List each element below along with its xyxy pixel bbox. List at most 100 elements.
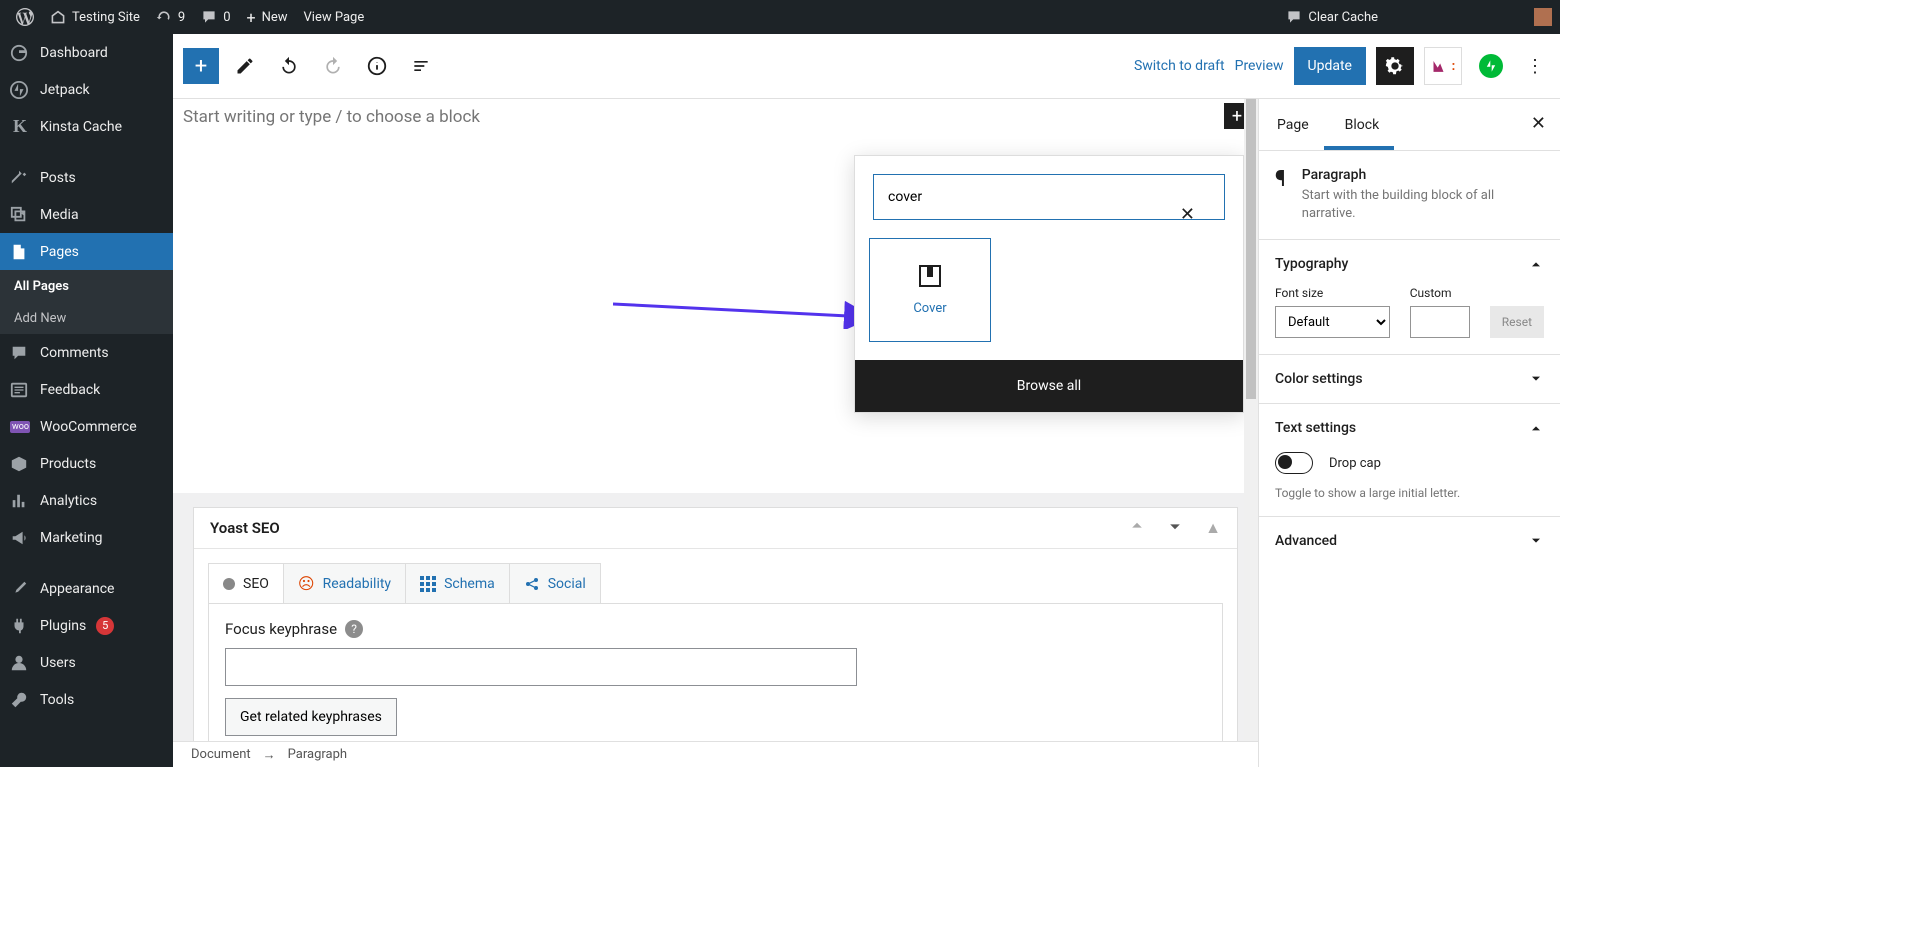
site-name-link[interactable]: Testing Site — [42, 0, 148, 34]
yoast-title: Yoast SEO — [210, 519, 280, 537]
close-settings-button[interactable]: ✕ — [1531, 113, 1546, 134]
sidebar-item-woo[interactable]: wooWooCommerce — [0, 408, 173, 445]
update-button[interactable]: Update — [1294, 47, 1366, 85]
jetpack-button[interactable] — [1472, 47, 1510, 85]
yoast-tabs: SEO ☹Readability Schema Social — [208, 563, 601, 603]
sidebar-item-feedback[interactable]: Feedback — [0, 371, 173, 408]
comments-link[interactable]: 0 — [193, 0, 238, 34]
marketing-icon — [10, 529, 30, 547]
submenu-all-pages[interactable]: All Pages — [0, 270, 173, 302]
add-block-button[interactable]: + — [183, 48, 219, 84]
yoast-button[interactable]: : — [1424, 47, 1462, 85]
products-icon — [10, 455, 30, 473]
updates-count: 9 — [178, 10, 185, 25]
media-icon — [10, 206, 30, 224]
block-description: Start with the building block of all nar… — [1302, 187, 1544, 223]
breadcrumb-root[interactable]: Document — [191, 747, 251, 762]
chevron-down-icon — [1528, 533, 1544, 549]
block-result-cover[interactable]: Cover — [869, 238, 991, 342]
sidebar-item-comments[interactable]: Comments — [0, 334, 173, 371]
comments-icon — [10, 344, 30, 362]
users-icon — [10, 654, 30, 672]
sidebar-item-posts[interactable]: Posts — [0, 159, 173, 196]
settings-tab-block[interactable]: Block — [1327, 99, 1398, 151]
sidebar-item-dashboard[interactable]: Dashboard — [0, 34, 173, 71]
undo-button[interactable] — [271, 48, 307, 84]
sidebar-item-appearance[interactable]: Appearance — [0, 570, 173, 607]
social-icon — [524, 576, 540, 592]
more-options-button[interactable]: ⋮ — [1520, 47, 1550, 85]
sidebar-item-analytics[interactable]: Analytics — [0, 482, 173, 519]
text-settings-panel-toggle[interactable]: Text settings — [1275, 420, 1544, 436]
metabox-down-icon[interactable] — [1167, 518, 1183, 538]
font-size-label: Font size — [1275, 286, 1390, 300]
my-account-link[interactable] — [1526, 0, 1552, 34]
details-button[interactable] — [359, 48, 395, 84]
reset-font-size-button[interactable]: Reset — [1490, 306, 1544, 338]
metabox-up-icon[interactable] — [1129, 518, 1145, 538]
sidebar-item-plugins[interactable]: Plugins5 — [0, 607, 173, 644]
settings-tab-page[interactable]: Page — [1259, 99, 1327, 151]
switch-to-draft-link[interactable]: Switch to draft — [1134, 58, 1225, 74]
clear-search-button[interactable]: ✕ — [1180, 204, 1195, 225]
custom-label: Custom — [1410, 286, 1470, 300]
focus-keyphrase-input[interactable] — [225, 648, 857, 686]
drop-cap-toggle[interactable] — [1275, 452, 1313, 474]
sidebar-item-users[interactable]: Users — [0, 644, 173, 681]
plugins-icon — [10, 617, 30, 635]
clear-cache-link[interactable]: Clear Cache — [1278, 0, 1386, 34]
editor-canvas[interactable]: Start writing or type / to choose a bloc… — [173, 99, 1258, 489]
admin-bar-gap — [1386, 0, 1526, 34]
readability-status-icon: ☹ — [298, 574, 315, 593]
drop-cap-label: Drop cap — [1329, 456, 1381, 471]
tools-icon — [10, 691, 30, 709]
seo-status-icon — [223, 578, 235, 590]
clear-cache-label: Clear Cache — [1308, 10, 1378, 25]
sidebar-item-tools[interactable]: Tools — [0, 681, 173, 718]
sidebar-item-jetpack[interactable]: Jetpack — [0, 71, 173, 108]
yoast-tab-readability[interactable]: ☹Readability — [284, 564, 406, 603]
schema-icon — [420, 576, 436, 592]
kinsta-icon: K — [10, 116, 30, 137]
outline-button[interactable] — [403, 48, 439, 84]
font-size-select[interactable]: Default — [1275, 306, 1390, 338]
yoast-tab-schema[interactable]: Schema — [406, 564, 510, 603]
browse-all-button[interactable]: Browse all — [855, 360, 1243, 412]
settings-gear-button[interactable] — [1376, 47, 1414, 85]
submenu-add-new[interactable]: Add New — [0, 302, 173, 334]
preview-link[interactable]: Preview — [1235, 58, 1284, 74]
chevron-up-icon — [1528, 256, 1544, 272]
plugins-badge: 5 — [96, 617, 114, 635]
breadcrumb-leaf[interactable]: Paragraph — [288, 747, 347, 762]
view-page-link[interactable]: View Page — [296, 0, 373, 34]
feedback-icon — [10, 381, 30, 399]
view-page-label: View Page — [304, 10, 365, 25]
sidebar-item-kinsta[interactable]: KKinsta Cache — [0, 108, 173, 145]
block-placeholder[interactable]: Start writing or type / to choose a bloc… — [183, 99, 1248, 135]
scrollbar[interactable] — [1244, 99, 1258, 741]
advanced-panel-toggle[interactable]: Advanced — [1275, 533, 1544, 549]
block-inserter-popover: ✕ Cover Browse all — [854, 155, 1244, 413]
block-search-input[interactable] — [873, 174, 1225, 220]
appearance-icon — [10, 580, 30, 598]
sidebar-item-products[interactable]: Products — [0, 445, 173, 482]
edit-mode-button[interactable] — [227, 48, 263, 84]
sidebar-item-marketing[interactable]: Marketing — [0, 519, 173, 556]
wp-logo[interactable] — [8, 0, 42, 34]
sidebar-item-pages[interactable]: Pages — [0, 233, 173, 270]
help-icon[interactable]: ? — [345, 620, 363, 638]
redo-button[interactable] — [315, 48, 351, 84]
metabox-toggle-icon[interactable]: ▲ — [1205, 518, 1221, 538]
yoast-tab-seo[interactable]: SEO — [209, 564, 284, 603]
sidebar-item-media[interactable]: Media — [0, 196, 173, 233]
typography-panel-toggle[interactable]: Typography — [1275, 256, 1544, 272]
color-settings-panel-toggle[interactable]: Color settings — [1275, 371, 1544, 387]
updates-link[interactable]: 9 — [148, 0, 193, 34]
new-content-link[interactable]: + New — [239, 0, 296, 34]
custom-font-size-input[interactable] — [1410, 306, 1470, 338]
yoast-tab-social[interactable]: Social — [510, 564, 600, 603]
pages-submenu: All Pages Add New — [0, 270, 173, 334]
get-related-keyphrases-button[interactable]: Get related keyphrases — [225, 698, 397, 736]
annotation-arrow — [613, 299, 883, 329]
woo-icon: woo — [10, 421, 30, 433]
